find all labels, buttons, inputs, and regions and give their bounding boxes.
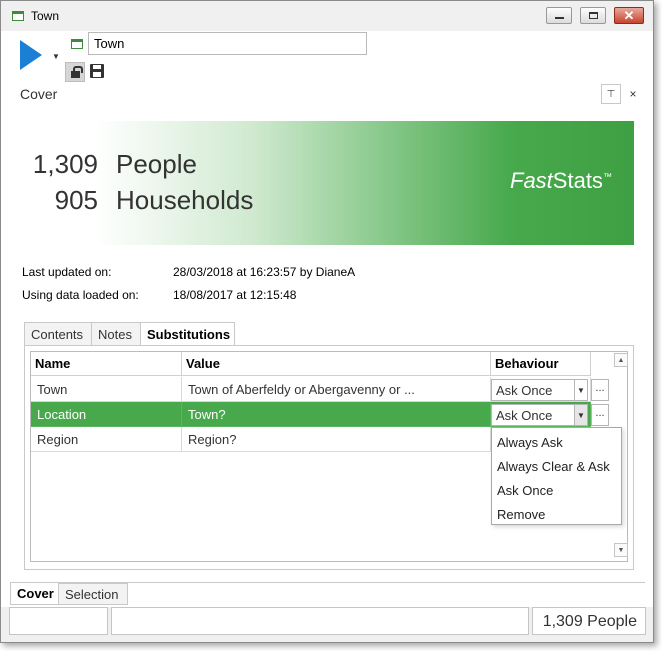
save-icon[interactable] (90, 64, 104, 78)
pin-button[interactable]: ⊤ (601, 84, 621, 104)
column-header-behaviour[interactable]: Behaviour (491, 352, 591, 376)
tab-cover[interactable]: Cover (10, 583, 59, 605)
substitutions-panel: Name Value Behaviour Town Town of Aberfe… (24, 345, 634, 570)
dropdown-option-ask-once[interactable]: Ask Once (497, 483, 553, 498)
panel-title: Cover (20, 86, 58, 102)
row-name-cell[interactable]: Region (31, 427, 182, 452)
row-value-cell[interactable]: Region? (182, 427, 491, 452)
scroll-up-icon[interactable]: ▲ (614, 353, 628, 367)
chevron-down-icon[interactable]: ▼ (574, 380, 587, 400)
tab-substitutions[interactable]: Substitutions (140, 322, 235, 346)
play-icon[interactable] (20, 40, 42, 70)
run-dropdown-arrow[interactable]: ▼ (52, 52, 60, 61)
behaviour-select[interactable]: Ask Once ▼ (491, 379, 588, 401)
close-window-button[interactable]: ✕ (614, 7, 644, 24)
minimize-button[interactable] (546, 7, 572, 24)
households-count: 905 (54, 185, 98, 215)
row-value-cell[interactable]: Town of Aberfeldy or Abergavenny or ... (182, 377, 491, 402)
column-header-name[interactable]: Name (31, 352, 182, 376)
title-bar[interactable]: Town ✕ (1, 1, 653, 31)
window-icon (12, 11, 24, 21)
row-value-cell[interactable]: Town? (182, 402, 491, 427)
dropdown-option-remove[interactable]: Remove (497, 507, 545, 522)
last-updated-label: Last updated on: (22, 265, 112, 279)
document-icon (71, 39, 83, 49)
tab-contents[interactable]: Contents (24, 322, 92, 346)
row-name-cell[interactable]: Town (31, 377, 182, 402)
name-input[interactable] (88, 32, 367, 55)
status-people-count: 1,309 People (532, 607, 646, 635)
people-count: 1,309 (32, 149, 98, 179)
table-row-selected[interactable]: Location Town? Ask Once ▼ ... (31, 402, 609, 427)
behaviour-dropdown-list: Always Ask Always Clear & Ask Ask Once R… (491, 427, 622, 525)
scroll-down-icon[interactable]: ▼ (614, 543, 628, 557)
substitutions-grid: Name Value Behaviour Town Town of Aberfe… (30, 351, 628, 562)
households-label: Households (116, 185, 254, 215)
data-loaded-label: Using data loaded on: (22, 288, 139, 302)
row-more-button[interactable]: ... (591, 379, 609, 401)
vertical-scrollbar[interactable]: ▲ ▼ (614, 353, 628, 560)
row-more-button[interactable]: ... (591, 404, 609, 426)
close-panel-icon: × (629, 87, 637, 101)
close-panel-button[interactable]: × (623, 84, 643, 104)
tab-selection[interactable]: Selection (58, 583, 128, 605)
window-title: Town (31, 9, 60, 23)
status-section-1 (9, 607, 108, 635)
behaviour-select-open[interactable]: Ask Once ▼ (491, 404, 588, 426)
close-icon: ✕ (623, 7, 635, 23)
tab-notes[interactable]: Notes (91, 322, 141, 346)
maximize-button[interactable] (580, 7, 606, 24)
status-bar: 1,309 People (1, 607, 653, 642)
dropdown-option-always-clear-ask[interactable]: Always Clear & Ask (497, 459, 610, 474)
people-label: People (116, 149, 197, 179)
row-name-cell[interactable]: Location (31, 402, 182, 427)
table-row[interactable]: Town Town of Aberfeldy or Abergavenny or… (31, 377, 609, 402)
column-header-value[interactable]: Value (182, 352, 491, 376)
maximize-icon (588, 12, 598, 19)
faststats-logo: FastStats™ (510, 168, 612, 193)
lock-button[interactable] (65, 62, 85, 82)
minimize-icon (554, 17, 564, 19)
dropdown-option-always-ask[interactable]: Always Ask (497, 435, 563, 450)
chevron-down-icon[interactable]: ▼ (574, 405, 587, 425)
status-section-2 (111, 607, 529, 635)
stats-banner: 1,309 People 905 Households FastStats™ (22, 121, 634, 245)
tabs-area: Contents Notes Substitutions Name Value … (24, 322, 634, 572)
pin-icon: ⊤ (606, 88, 616, 100)
data-loaded-value: 18/08/2017 at 12:15:48 (173, 288, 297, 302)
main-window: Town ✕ ▼ Cover ⊤ × 1,309 People 905 Hous… (0, 0, 654, 643)
last-updated-value: 28/03/2018 at 16:23:57 by DianeA (173, 265, 356, 279)
